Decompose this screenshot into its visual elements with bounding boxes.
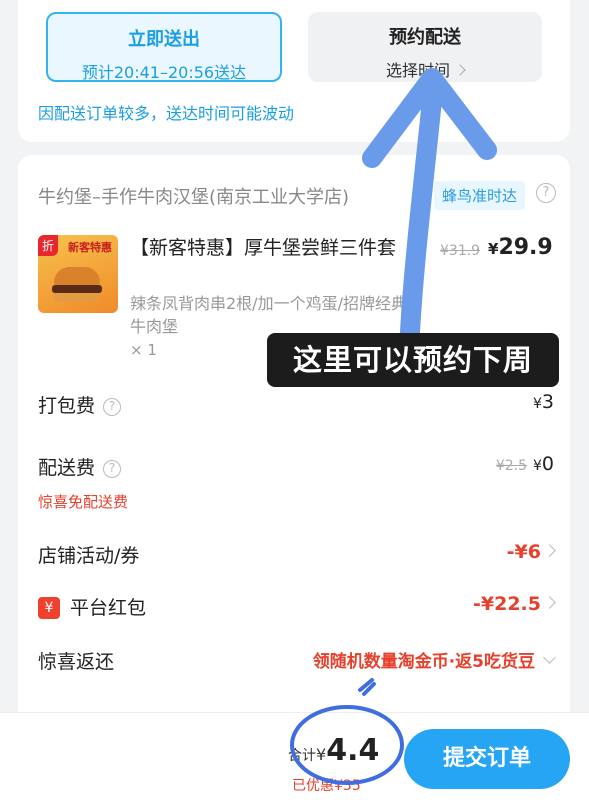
surprise-return-value: 领随机数量淘金币·返5吃货豆: [312, 647, 556, 672]
surprise-return-text: 领随机数量淘金币·返5吃货豆: [312, 652, 535, 672]
select-time-label: 选择时间: [385, 61, 450, 80]
platform-redpacket-row[interactable]: ¥ 平台红包 -¥22.5: [38, 593, 556, 623]
store-promo-amount: -¥6: [506, 541, 541, 563]
product-quantity: × 1: [130, 341, 157, 359]
scheduled-delivery-option[interactable]: 预约配送 选择时间: [308, 12, 542, 82]
store-promo-value: -¥6: [506, 541, 556, 563]
burger-patty: [52, 285, 102, 293]
submit-order-button[interactable]: 提交订单: [404, 729, 570, 789]
chevron-right-icon: [454, 64, 466, 76]
free-delivery-note: 惊喜免配送费: [38, 493, 129, 511]
packaging-fee-amount: 3: [541, 391, 554, 413]
currency-symbol: ¥: [316, 745, 327, 764]
deliver-now-option[interactable]: 立即送出 预计20:41–20:56送达: [46, 12, 282, 82]
store-promo-label: 店铺活动/券: [38, 545, 140, 567]
shop-header: 牛约堡–手作牛肉汉堡(南京工业大学店) 蜂鸟准时达 ?: [38, 181, 558, 213]
order-card: 牛约堡–手作牛肉汉堡(南京工业大学店) 蜂鸟准时达 ? 折 新客特惠 【新客特惠…: [18, 155, 570, 735]
delivery-fee-row: 配送费? ¥2.5 ¥0: [38, 453, 554, 483]
burger-bun-top: [54, 267, 100, 285]
surprise-return-row[interactable]: 惊喜返还 领随机数量淘金币·返5吃货豆: [38, 647, 556, 677]
total-prefix: 合计: [288, 748, 316, 764]
discount-tag: 折: [38, 235, 59, 256]
product-price: ¥29.9: [488, 235, 553, 260]
packaging-fee-label: 打包费: [38, 395, 96, 417]
platform-redpacket-text: 平台红包: [70, 597, 147, 619]
redpacket-icon: ¥: [38, 597, 60, 619]
chevron-right-icon: [543, 544, 556, 557]
platform-redpacket-amount: -¥22.5: [473, 593, 541, 615]
currency-symbol: ¥: [532, 396, 542, 412]
help-icon[interactable]: ?: [103, 460, 122, 478]
fengniao-badge: 蜂鸟准时达: [434, 181, 526, 210]
checkout-bar: 合计¥4.4 已优惠¥35 提交订单: [0, 712, 589, 800]
deliver-now-title: 立即送出: [128, 29, 200, 50]
currency-symbol: ¥: [532, 458, 542, 474]
product-original-price: ¥31.9: [440, 243, 481, 259]
surprise-return-label: 惊喜返还: [38, 651, 115, 673]
total-amount: 4.4: [326, 733, 380, 768]
scheduled-delivery-title: 预约配送: [389, 27, 461, 48]
store-promo-row[interactable]: 店铺活动/券 -¥6: [38, 541, 556, 571]
annotation-tooltip: 这里可以预约下周: [267, 333, 559, 387]
delivery-fee-amount: 0: [541, 453, 554, 475]
platform-redpacket-value: -¥22.5: [473, 593, 556, 615]
deliver-now-eta: 预计20:41–20:56送达: [81, 63, 247, 82]
scheduled-delivery-subtitle: 选择时间: [308, 57, 542, 81]
platform-redpacket-label: ¥ 平台红包: [38, 597, 146, 619]
chevron-down-icon: [543, 651, 556, 664]
packaging-fee-value: ¥3: [533, 391, 554, 413]
delivery-fee-value: ¥2.5 ¥0: [496, 453, 554, 475]
help-icon[interactable]: ?: [103, 398, 122, 416]
shop-name[interactable]: 牛约堡–手作牛肉汉堡(南京工业大学店): [38, 187, 349, 208]
order-total: 合计¥4.4: [288, 733, 379, 768]
product-title: 【新客特惠】厚牛堡尝鲜三件套: [130, 237, 397, 259]
burger-bun-bottom: [54, 293, 100, 302]
product-price-value: 29.9: [498, 235, 553, 260]
currency-symbol: ¥: [488, 240, 499, 258]
saved-amount: 已优惠¥35: [292, 778, 361, 794]
product-description: 辣条凤背肉串2根/加一个鸡蛋/招牌经典牛肉堡: [130, 294, 407, 336]
product-image: 折 新客特惠: [38, 235, 118, 313]
delivery-time-card: 立即送出 预计20:41–20:56送达 预约配送 选择时间 因配送订单较多，送…: [18, 0, 570, 142]
packaging-fee-row: 打包费? ¥3: [38, 391, 554, 421]
chevron-right-icon: [543, 596, 556, 609]
delivery-fee-label: 配送费: [38, 457, 96, 479]
delivery-fee-original: ¥2.5: [495, 458, 527, 474]
delivery-notice: 因配送订单较多，送达时间可能波动: [38, 104, 295, 123]
help-icon[interactable]: ?: [536, 183, 556, 203]
product-image-label: 新客特惠: [68, 241, 112, 254]
